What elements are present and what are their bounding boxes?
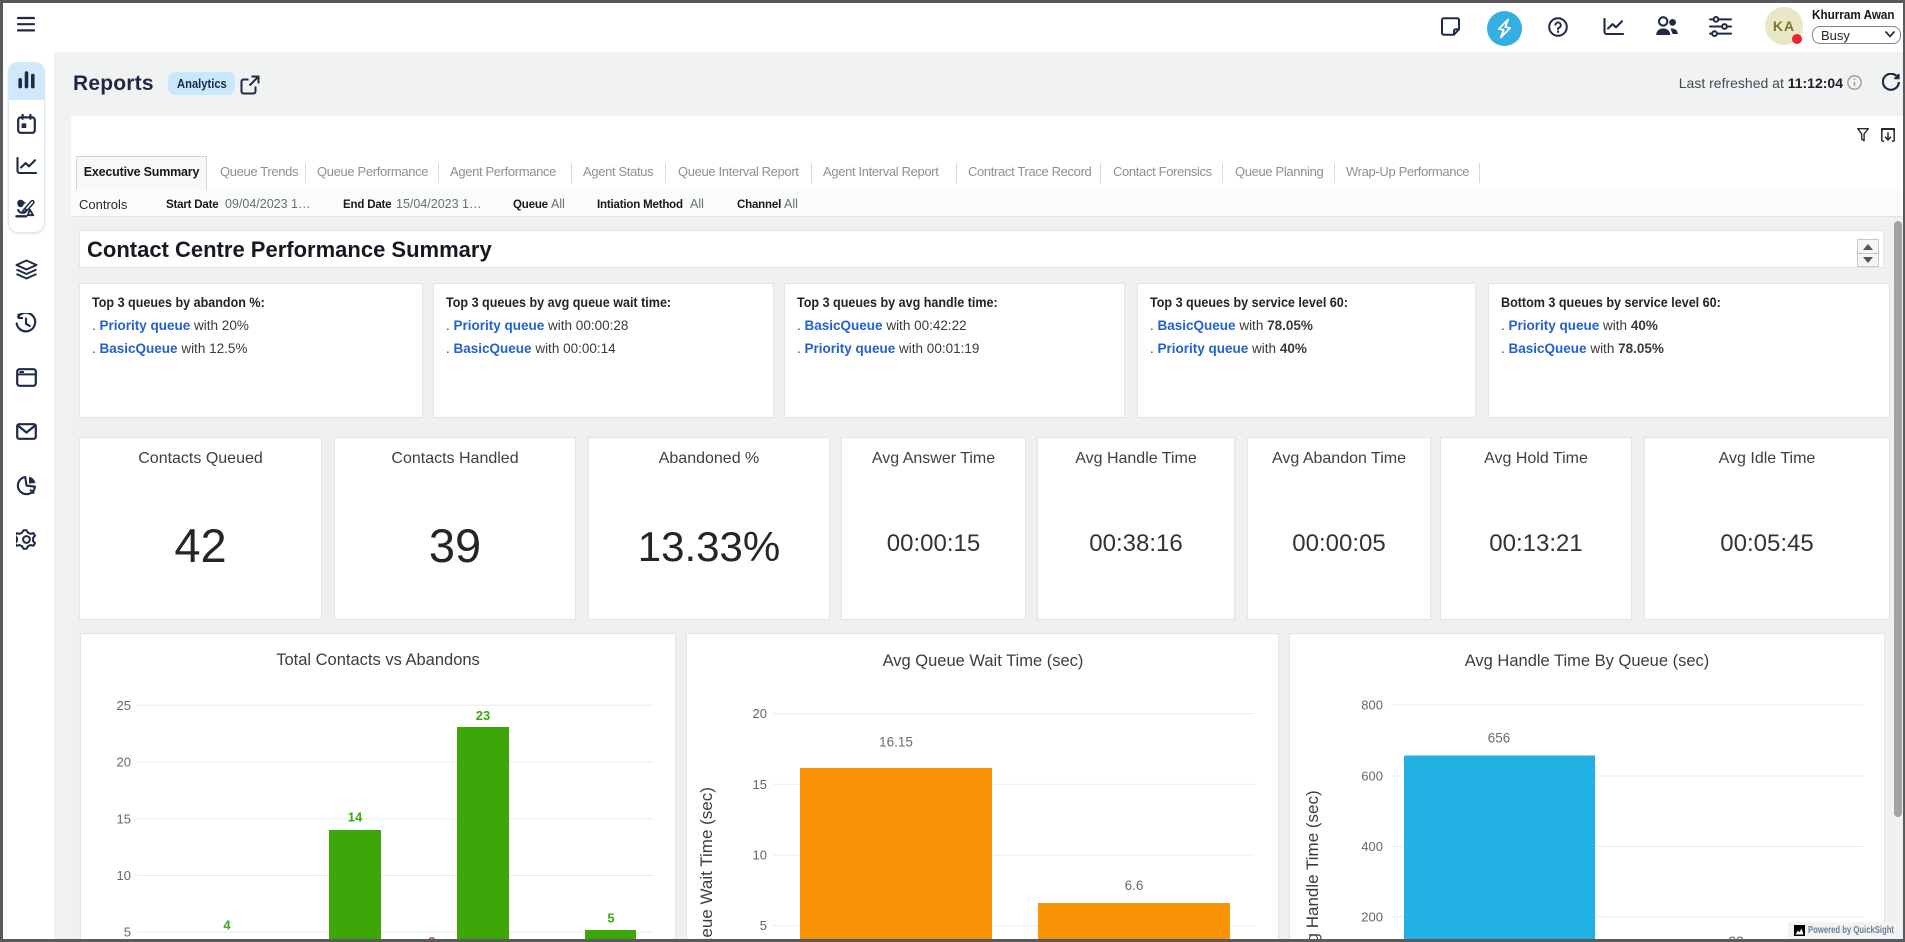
- svg-text:25: 25: [117, 698, 131, 713]
- svg-text:656: 656: [1488, 731, 1511, 746]
- svg-text:10: 10: [117, 868, 131, 883]
- svg-text:10: 10: [753, 848, 767, 863]
- svg-text:Total Contacts vs Abandons: Total Contacts vs Abandons: [276, 651, 480, 669]
- svg-text:20: 20: [753, 706, 767, 721]
- svg-text:14: 14: [348, 810, 363, 825]
- svg-text:16.15: 16.15: [879, 735, 913, 750]
- svg-text:5: 5: [760, 918, 767, 933]
- svg-text:Avg Queue Wait Time (sec): Avg Queue Wait Time (sec): [883, 652, 1084, 670]
- svg-text:200: 200: [1361, 909, 1383, 924]
- svg-text:23: 23: [476, 708, 490, 723]
- svg-text:20: 20: [117, 755, 131, 770]
- svg-text:6.6: 6.6: [1125, 878, 1144, 893]
- svg-text:Avg Handle Time (sec): Avg Handle Time (sec): [1303, 790, 1322, 942]
- svg-text:800: 800: [1361, 698, 1383, 713]
- svg-text:15: 15: [117, 811, 131, 826]
- svg-text:5: 5: [124, 925, 131, 940]
- svg-text:15: 15: [753, 777, 767, 792]
- svg-text:Avg Handle Time By Queue (sec): Avg Handle Time By Queue (sec): [1465, 652, 1710, 670]
- svg-text:5: 5: [607, 911, 614, 926]
- svg-text:600: 600: [1361, 769, 1383, 784]
- svg-text:400: 400: [1361, 839, 1383, 854]
- svg-text:4: 4: [223, 918, 231, 933]
- svg-text:Avg Queue Wait Time (sec): Avg Queue Wait Time (sec): [697, 787, 716, 942]
